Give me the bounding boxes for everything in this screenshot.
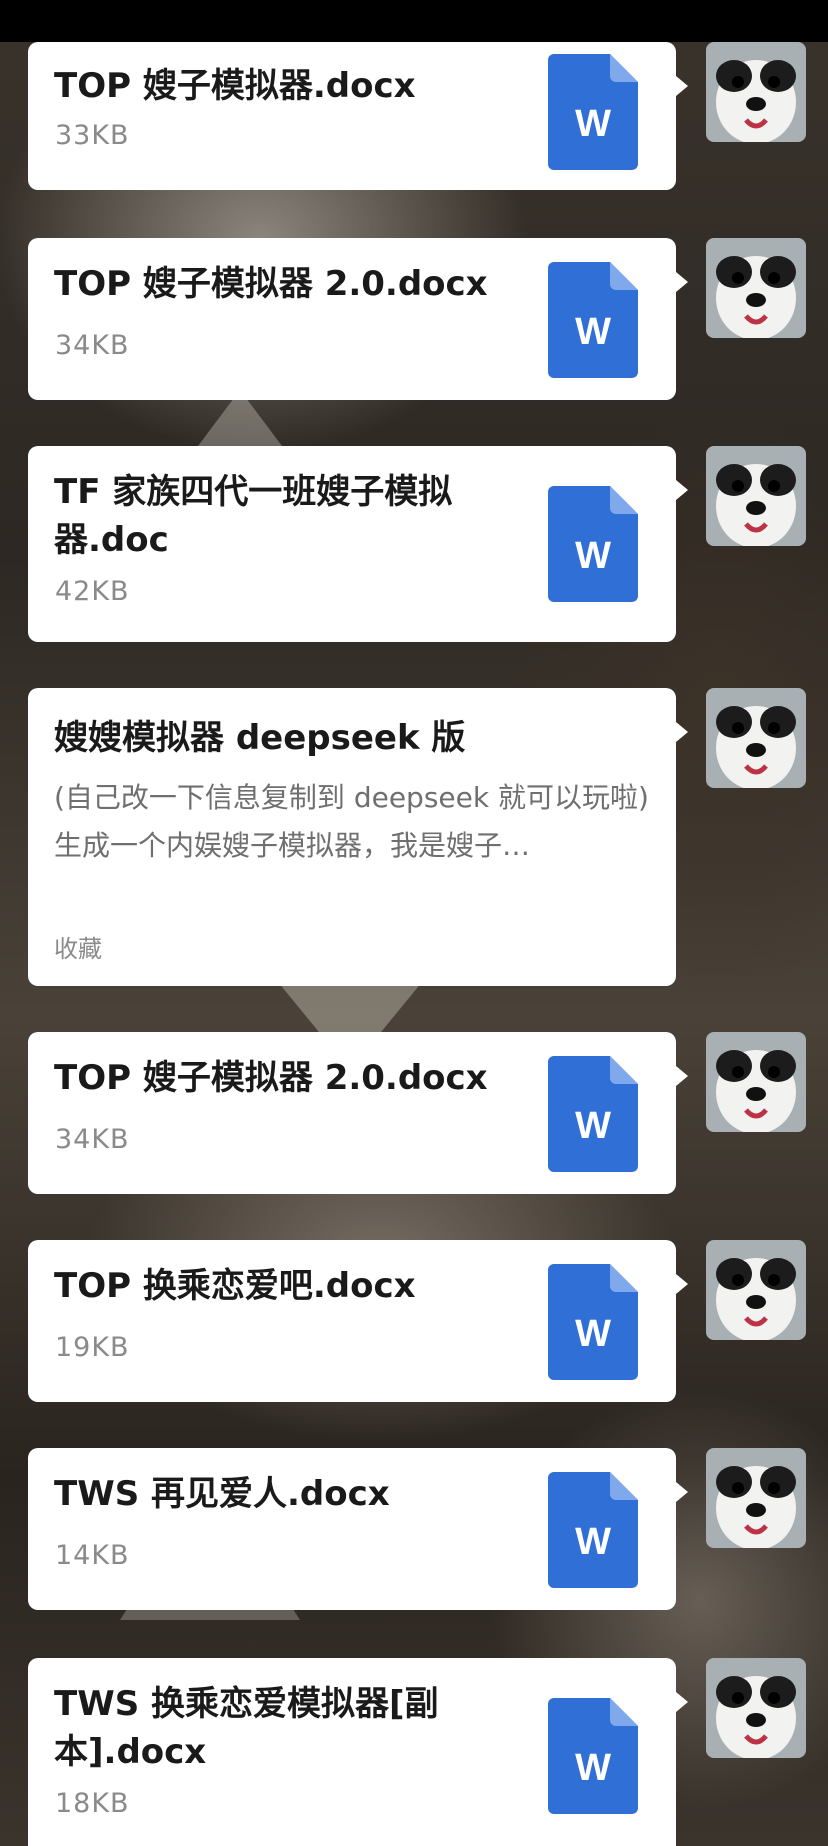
file-name: TWS 换乘恋爱模拟器[副本].docx <box>54 1684 439 1772</box>
svg-text:W: W <box>575 535 611 577</box>
word-doc-icon: W <box>548 262 638 378</box>
svg-text:W: W <box>575 311 611 353</box>
file-size: 19KB <box>55 1332 130 1363</box>
file-size: 14KB <box>55 1540 130 1571</box>
avatar[interactable] <box>706 1658 806 1758</box>
avatar[interactable] <box>706 238 806 338</box>
word-doc-icon: W <box>548 1698 638 1814</box>
note-body: (自己改一下信息复制到 deepseek 就可以玩啦) 生成一个内娱嫂子模拟器，… <box>54 774 654 870</box>
word-doc-icon: W <box>548 486 638 602</box>
note-title: 嫂嫂模拟器 deepseek 版 <box>54 718 466 758</box>
avatar[interactable] <box>706 42 806 142</box>
svg-text:W: W <box>575 103 611 145</box>
svg-text:W: W <box>575 1747 611 1789</box>
avatar[interactable] <box>706 446 806 546</box>
avatar[interactable] <box>706 1240 806 1340</box>
note-line: (自己改一下信息复制到 deepseek 就可以玩啦) <box>54 781 649 814</box>
avatar[interactable] <box>706 688 806 788</box>
file-size: 18KB <box>55 1788 130 1819</box>
word-doc-icon: W <box>548 1472 638 1588</box>
file-message[interactable]: TWS 换乘恋爱模拟器[副本].docx 18KB W <box>28 1658 688 1846</box>
svg-text:W: W <box>575 1105 611 1147</box>
note-line: 生成一个内娱嫂子模拟器，我是嫂子… <box>54 829 531 862</box>
status-bar <box>0 0 828 42</box>
file-size: 33KB <box>55 120 130 151</box>
file-name: TOP 嫂子模拟器 2.0.docx <box>54 264 488 304</box>
file-name: TOP 嫂子模拟器.docx <box>54 66 416 106</box>
file-size: 34KB <box>55 330 130 361</box>
file-message[interactable]: TOP 换乘恋爱吧.docx 19KB W <box>28 1240 688 1402</box>
word-doc-icon: W <box>548 54 638 170</box>
file-message[interactable]: TF 家族四代一班嫂子模拟器.doc 42KB W <box>28 446 688 642</box>
svg-text:W: W <box>575 1313 611 1355</box>
file-message[interactable]: TWS 再见爱人.docx 14KB W <box>28 1448 688 1610</box>
avatar[interactable] <box>706 1032 806 1132</box>
svg-text:W: W <box>575 1521 611 1563</box>
word-doc-icon: W <box>548 1264 638 1380</box>
file-size: 42KB <box>55 576 130 607</box>
file-name: TOP 换乘恋爱吧.docx <box>54 1266 416 1306</box>
file-size: 34KB <box>55 1124 130 1155</box>
file-name: TWS 再见爱人.docx <box>54 1474 390 1514</box>
file-message[interactable]: TOP 嫂子模拟器 2.0.docx 34KB W <box>28 1032 688 1194</box>
file-name: TOP 嫂子模拟器 2.0.docx <box>54 1058 488 1098</box>
avatar[interactable] <box>706 1448 806 1548</box>
file-message[interactable]: TOP 嫂子模拟器 2.0.docx 34KB W <box>28 238 688 400</box>
favorite-tag: 收藏 <box>54 935 102 963</box>
note-message[interactable]: 嫂嫂模拟器 deepseek 版 (自己改一下信息复制到 deepseek 就可… <box>28 688 688 986</box>
file-name: TF 家族四代一班嫂子模拟器.doc <box>54 472 453 560</box>
word-doc-icon: W <box>548 1056 638 1172</box>
file-message[interactable]: TOP 嫂子模拟器.docx 33KB W <box>28 42 688 190</box>
